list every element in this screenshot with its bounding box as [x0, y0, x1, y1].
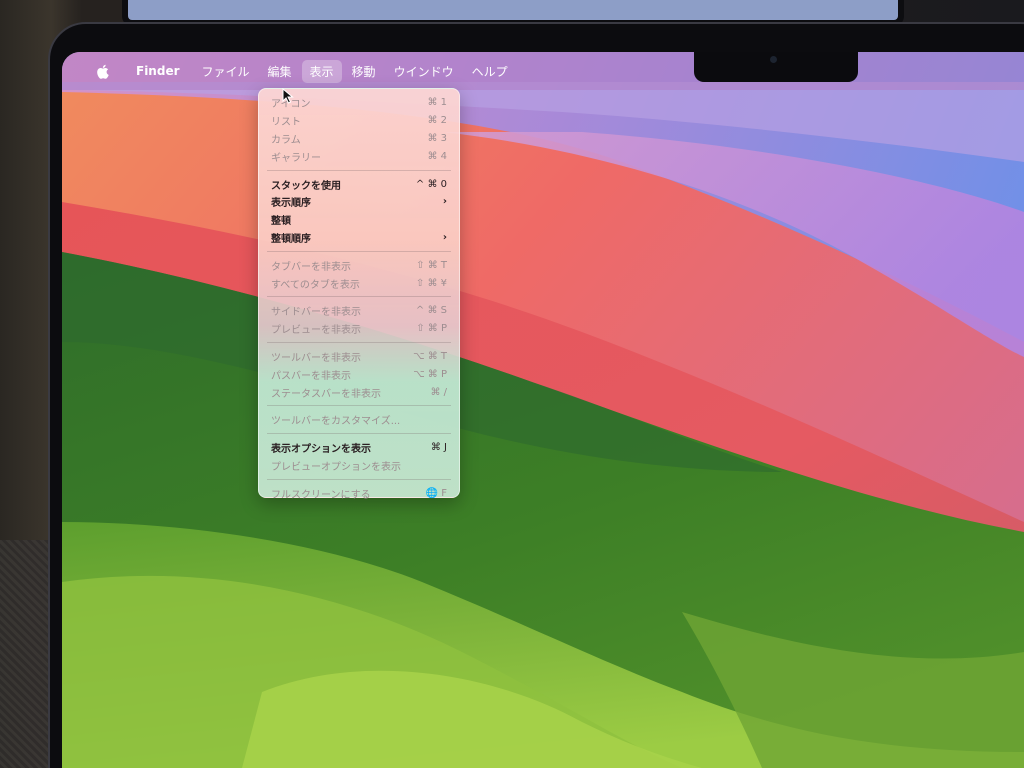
- menu-separator: [267, 296, 451, 298]
- view-menu-item[interactable]: 整頓: [259, 211, 459, 229]
- menu-item-label: カラム: [271, 134, 301, 146]
- menu-separator: [267, 478, 451, 480]
- menu-item-label: 表示順序: [271, 198, 311, 210]
- menu-item-shortcut: ^ ⌘ 0: [415, 178, 447, 190]
- menu-item-label: フルスクリーンにする: [271, 489, 371, 501]
- menu-item-label: パスバーを非表示: [271, 370, 351, 382]
- menu-edit[interactable]: 編集: [260, 60, 300, 83]
- view-menu-item: サイドバーを非表示 ^ ⌘ S: [259, 302, 459, 320]
- view-menu-item[interactable]: 表示順序 ›: [259, 193, 459, 211]
- menu-item-shortcut: ⌥ ⌘ T: [413, 350, 447, 362]
- menu-help[interactable]: ヘルプ: [464, 60, 516, 83]
- apple-icon[interactable]: [96, 64, 112, 79]
- view-menu-item: ツールバーを非表示 ⌥ ⌘ T: [259, 348, 459, 366]
- menu-file[interactable]: ファイル: [194, 60, 258, 83]
- view-menu-item: リスト ⌘ 2: [259, 112, 459, 130]
- menu-finder[interactable]: Finder: [128, 61, 188, 81]
- view-menu-item: ギャラリー ⌘ 4: [259, 147, 459, 165]
- menu-item-shortcut: ^ ⌘ S: [415, 305, 447, 317]
- menu-item-shortcut: ⇧ ⌘ ¥: [415, 277, 447, 289]
- menu-item-label: プレビューオプションを表示: [271, 461, 401, 473]
- menu-item-shortcut: ⌘ 3: [427, 132, 447, 144]
- menu-separator: [267, 342, 451, 344]
- menu-item-shortcut: ⇧ ⌘ T: [416, 259, 447, 271]
- menu-item-label: ツールバーをカスタマイズ...: [271, 416, 401, 428]
- view-menu-item[interactable]: 整頓順序 ›: [259, 229, 459, 247]
- camera-notch: [694, 52, 858, 82]
- menu-item-label: 整頓: [271, 216, 291, 228]
- menu-item-shortcut: ⇧ ⌘ P: [416, 323, 447, 335]
- menu-item-label: すべてのタブを表示: [271, 279, 360, 291]
- menu-item-shortcut: ⌘ J: [430, 442, 447, 454]
- external-monitor: [128, 0, 898, 20]
- menu-separator: [267, 433, 451, 435]
- menu-view[interactable]: 表示: [301, 59, 342, 83]
- menu-bar: Finder ファイル 編集 表示 移動 ウインドウ ヘルプ: [62, 52, 1024, 90]
- view-menu-item: すべてのタブを表示 ⇧ ⌘ ¥: [259, 274, 459, 292]
- view-menu-item: パスバーを非表示 ⌥ ⌘ P: [259, 365, 459, 383]
- menu-go[interactable]: 移動: [344, 60, 384, 83]
- mouse-pointer-icon: [282, 88, 294, 104]
- screen: Finder ファイル 編集 表示 移動 ウインドウ ヘルプ アイコン ⌘ 1 リス…: [62, 52, 1024, 768]
- menu-item-label: ステータスバーを非表示: [271, 388, 381, 400]
- menu-item-label: スタックを使用: [271, 180, 341, 192]
- view-menu-dropdown: アイコン ⌘ 1 リスト ⌘ 2 カラム ⌘ 3 ギャラリー ⌘ 4 スタックを使用 ^ ⌘ 0表…: [258, 88, 460, 501]
- camera: [770, 56, 777, 63]
- menu-window[interactable]: ウインドウ: [386, 60, 462, 83]
- view-menu-item[interactable]: 表示オプションを表示 ⌘ J: [259, 439, 459, 457]
- wallpaper: [62, 52, 1024, 768]
- view-menu-item[interactable]: スタックを使用 ^ ⌘ 0: [259, 175, 459, 193]
- menu-item-label: プレビューを非表示: [271, 325, 361, 337]
- view-menu-item: プレビューを非表示 ⇧ ⌘ P: [259, 320, 459, 338]
- menu-item-shortcut: ⌥ ⌘ P: [413, 368, 447, 380]
- menu-item-shortcut: 🌐 F: [425, 487, 447, 499]
- menu-separator: [267, 405, 451, 407]
- menu-item-label: タブバーを非表示: [271, 261, 351, 273]
- menu-item-label: ギャラリー: [271, 152, 321, 164]
- view-menu-item: フルスクリーンにする 🌐 F: [259, 484, 459, 502]
- menu-item-label: 整頓順序: [271, 233, 311, 245]
- menu-item-label: サイドバーを非表示: [271, 307, 361, 319]
- menu-item-shortcut: ⌘ 1: [427, 97, 447, 109]
- view-menu-item: プレビューオプションを表示: [259, 457, 459, 475]
- menu-item-label: リスト: [271, 117, 301, 129]
- submenu-chevron-icon: ›: [442, 231, 447, 243]
- menu-separator: [267, 250, 451, 252]
- view-menu-item: タブバーを非表示 ⇧ ⌘ T: [259, 256, 459, 274]
- menu-item-shortcut: ⌘ 2: [427, 115, 447, 127]
- view-menu-item: カラム ⌘ 3: [259, 130, 459, 148]
- view-menu-item: ツールバーをカスタマイズ...: [259, 411, 459, 429]
- menu-item-shortcut: ⌘ /: [430, 386, 447, 398]
- submenu-chevron-icon: ›: [442, 196, 447, 208]
- menu-item-label: ツールバーを非表示: [271, 352, 361, 364]
- menu-item-shortcut: ⌘ 4: [427, 150, 447, 162]
- menu-separator: [267, 169, 451, 171]
- view-menu-item: ステータスバーを非表示 ⌘ /: [259, 383, 459, 401]
- menu-item-label: 表示オプションを表示: [271, 444, 371, 456]
